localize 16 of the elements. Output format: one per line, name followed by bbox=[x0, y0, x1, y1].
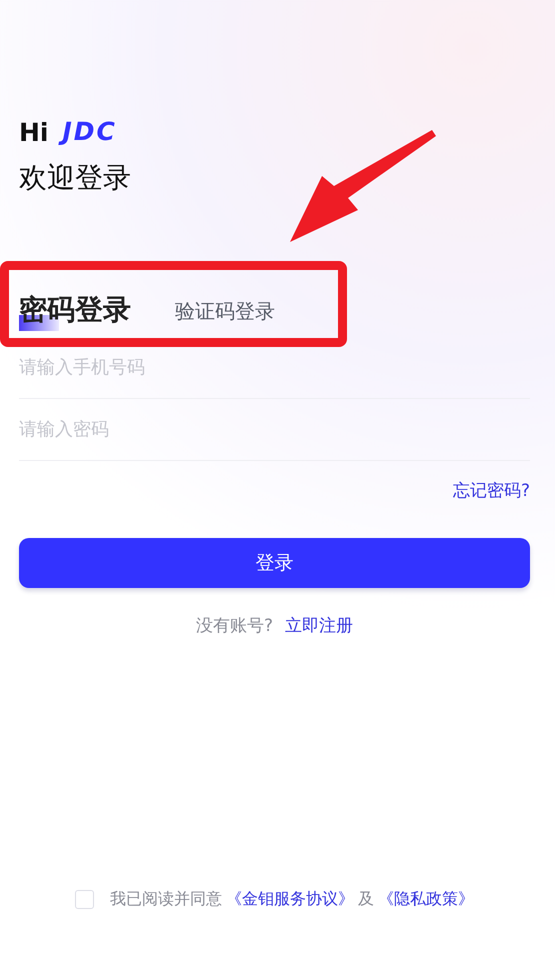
forgot-password-link[interactable]: 忘记密码? bbox=[452, 478, 530, 502]
welcome-title: 欢迎登录 bbox=[19, 160, 132, 196]
input-field[interactable]: 请输入密码 bbox=[19, 398, 530, 460]
brand-logo: JDC bbox=[60, 116, 123, 148]
login-tab[interactable]: 验证码登录 bbox=[175, 298, 275, 324]
register-link[interactable]: 立即注册 bbox=[285, 614, 354, 636]
login-tab[interactable]: 密码登录 bbox=[19, 290, 131, 328]
service-agreement-link[interactable]: 《金钼服务协议》 bbox=[226, 889, 354, 910]
input-field[interactable]: 请输入手机号码 bbox=[19, 336, 530, 398]
greeting-text: Hi bbox=[19, 118, 48, 147]
privacy-policy-link[interactable]: 《隐私政策》 bbox=[378, 889, 474, 910]
register-prompt: 没有账号? bbox=[196, 614, 274, 636]
agreement-joiner: 及 bbox=[358, 889, 374, 910]
agreement-text: 我已阅读并同意 bbox=[110, 889, 222, 910]
login-button[interactable]: 登录 bbox=[19, 538, 530, 588]
agree-checkbox[interactable] bbox=[75, 890, 94, 909]
